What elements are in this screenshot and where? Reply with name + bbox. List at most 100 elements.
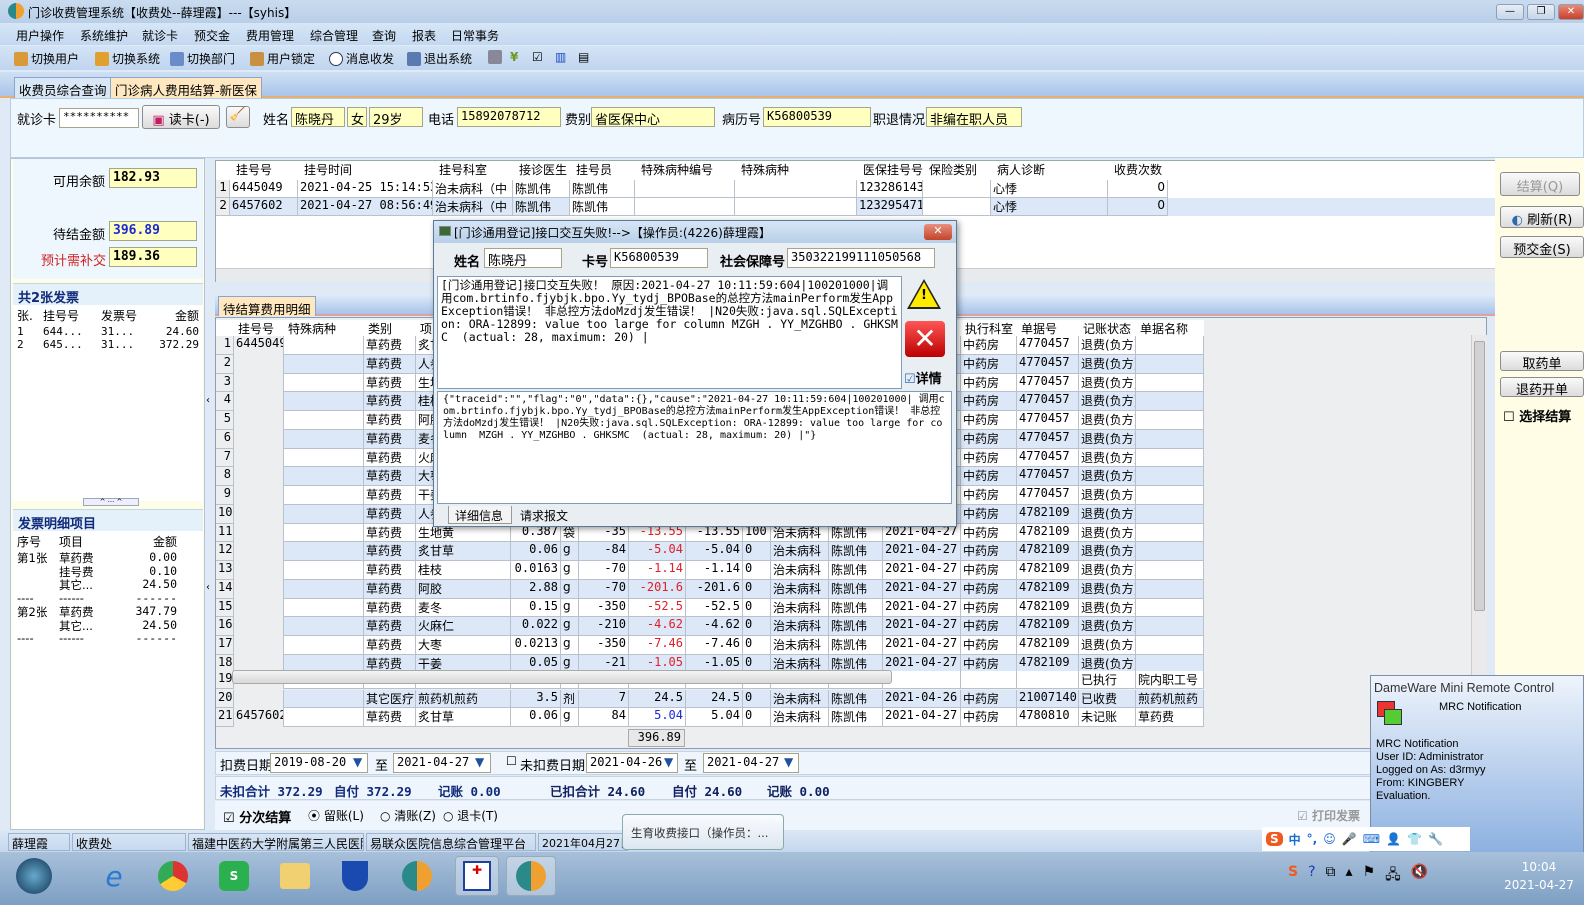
security-icon[interactable]: [333, 856, 377, 896]
card-input[interactable]: **********: [59, 108, 139, 128]
detail-horizontal-scrollbar[interactable]: [232, 670, 892, 684]
menu-general[interactable]: 综合管理: [310, 27, 358, 44]
emoji-icon[interactable]: ☺: [1323, 832, 1336, 846]
network-icon[interactable]: 🖧: [1385, 864, 1401, 888]
minimize-button[interactable]: —: [1496, 4, 1524, 20]
tab-cashier-query[interactable]: 收费员综合查询: [14, 77, 112, 98]
cell: g: [561, 579, 579, 599]
detail-row[interactable]: 20 其它医疗 煎药机煎药 3.5 剂 7 24.5 24.5 0 治未病科 陈凯伟 2021-04-…: [216, 689, 1204, 709]
print-invoice-checkbox[interactable]: ☑ 打印发票: [1297, 807, 1360, 824]
switch-system-button[interactable]: 切换系统: [95, 50, 160, 67]
collapse-left-icon[interactable]: ‹: [206, 582, 214, 594]
chrome-icon[interactable]: [151, 856, 195, 896]
medicine-slip-button[interactable]: 取药单: [1500, 351, 1584, 372]
dropdown-icon[interactable]: ▼: [784, 755, 793, 769]
cell: 退费(负方): [1079, 448, 1136, 468]
close-button[interactable]: ✕: [1558, 4, 1584, 20]
read-card-button[interactable]: ▣ 读卡(-): [142, 105, 220, 129]
invoice-row[interactable]: 1 644... 31... 24.60: [13, 325, 203, 338]
window-tray-icon[interactable]: ⧉: [1326, 864, 1336, 888]
tab-detail-info[interactable]: 详细信息: [448, 506, 512, 524]
detail-checkbox[interactable]: ☑详情: [904, 368, 942, 387]
medical-app-icon[interactable]: ✚: [455, 856, 499, 896]
messages-button[interactable]: 消息收发: [329, 50, 394, 67]
scroll-thumb[interactable]: [1474, 341, 1485, 611]
lock-user-button[interactable]: 用户锁定: [250, 50, 315, 67]
keep-account-radio[interactable]: ⦿ 留账(L): [308, 807, 364, 824]
dropdown-icon[interactable]: ▼: [664, 755, 673, 769]
columns-tool-button[interactable]: ▥: [555, 50, 566, 64]
cell: 24.5: [686, 689, 743, 709]
check-tool-button[interactable]: ☑: [532, 50, 543, 64]
wps-icon[interactable]: S: [212, 856, 256, 896]
invoice-row[interactable]: 2 645... 31... 372.29: [13, 338, 203, 351]
detail-row[interactable]: 16 草药费 火麻仁 0.022 g -210 -4.62 -4.62 0 治未病科 陈凯伟 2021…: [216, 617, 1204, 636]
menu-report[interactable]: 报表: [412, 27, 436, 44]
undeducted-checkbox[interactable]: ☐: [506, 754, 517, 768]
settle-button[interactable]: 结算(Q): [1500, 172, 1580, 196]
cell: [234, 689, 284, 709]
restore-button[interactable]: ❐: [1527, 4, 1555, 20]
his-app-icon[interactable]: [395, 856, 439, 896]
detail-row[interactable]: 14 草药费 阿胶 2.88 g -70 -201.6 -201.6 0 治未病科 陈凯伟 2021-…: [216, 579, 1204, 599]
detail-row[interactable]: 21 6457602 草药费 炙甘草 0.06 g 84 5.04 5.04 0 治未病科 陈凯伟 20…: [216, 708, 1204, 727]
registration-row[interactable]: 2 6457602 2021-04-27 08:56:49 治未病科（中 陈凯伟 陈凯伟 1…: [216, 198, 1496, 216]
menu-daily[interactable]: 日常事务: [451, 27, 499, 44]
registration-row[interactable]: 1 6445049 2021-04-25 15:14:53 治未病科（中 陈凯伟 陈凯伟 1…: [216, 180, 1496, 198]
sogou-icon[interactable]: S: [1266, 832, 1283, 846]
tab-request-message[interactable]: 请求报文: [514, 506, 578, 524]
clear-account-radio[interactable]: ○ 清账(Z): [380, 807, 436, 824]
start-button[interactable]: [12, 856, 56, 896]
request-detail-text[interactable]: {"traceid":"","flag":"0","data":{},"caus…: [437, 391, 952, 504]
detail-row[interactable]: 12 草药费 炙甘草 0.06 g -84 -5.04 -5.04 0 治未病科 陈凯伟 2021-0…: [216, 542, 1204, 561]
flag-icon[interactable]: ⚑: [1363, 864, 1376, 888]
cell: [1136, 373, 1204, 393]
user-icon[interactable]: 👤: [1386, 832, 1401, 846]
skin-icon[interactable]: 👕: [1407, 832, 1422, 846]
clock[interactable]: 10:04 2021-04-27: [1500, 858, 1578, 894]
splitter-handle[interactable]: ^ ··· ^: [83, 498, 139, 506]
return-medicine-button[interactable]: 退药开单: [1500, 377, 1584, 398]
volume-muted-icon[interactable]: 🔇: [1411, 864, 1428, 888]
edit-tool-button[interactable]: [488, 50, 502, 64]
switch-dept-button[interactable]: 切换部门: [170, 50, 235, 67]
dialog-close-button[interactable]: ✕: [924, 224, 952, 240]
explorer-icon[interactable]: [273, 856, 317, 896]
split-settle-checkbox[interactable]: ☑ 分次结算: [223, 807, 291, 826]
error-message[interactable]: [门诊通用登记]接口交互失败！ 原因:2021-04-27 10:11:59:6…: [437, 276, 902, 389]
exit-button[interactable]: 退出系统: [407, 50, 472, 67]
cell: 陈凯伟: [829, 689, 883, 709]
menu-user[interactable]: 用户操作: [16, 27, 64, 44]
punctuation-icon[interactable]: °,: [1307, 832, 1318, 846]
yen-tool-button[interactable]: ¥: [510, 50, 518, 64]
detail-row[interactable]: 13 草药费 桂枝 0.0163 g -70 -1.14 -1.14 0 治未病科 陈凯伟 2021-…: [216, 561, 1204, 580]
form-tool-button[interactable]: ▤: [578, 50, 589, 64]
menu-system[interactable]: 系统维护: [80, 27, 128, 44]
dropdown-icon[interactable]: ▼: [475, 755, 484, 769]
ime-language-toggle[interactable]: 中: [1289, 831, 1301, 848]
switch-user-button[interactable]: 切换用户: [14, 50, 79, 67]
clear-button[interactable]: 🧹: [226, 106, 250, 128]
prepay-button[interactable]: 预交金(S): [1500, 236, 1584, 258]
ie-icon[interactable]: e: [92, 856, 136, 896]
menu-prepay[interactable]: 预交金: [194, 27, 230, 44]
wrench-icon[interactable]: 🔧: [1428, 832, 1443, 846]
help-tray-icon[interactable]: ?: [1308, 864, 1315, 888]
select-settle-checkbox[interactable]: ☐ 选择结算: [1503, 406, 1571, 425]
sogou-tray-icon[interactable]: S: [1288, 864, 1298, 888]
his-app-active-icon[interactable]: [506, 856, 556, 896]
detail-row[interactable]: 15 草药费 麦冬 0.15 g -350 -52.5 -52.5 0 治未病科 陈凯伟 2021-0…: [216, 598, 1204, 618]
keyboard-icon[interactable]: ⌨: [1363, 832, 1380, 846]
show-hidden-icons[interactable]: ▴: [1346, 864, 1353, 888]
menu-fee[interactable]: 费用管理: [246, 27, 294, 44]
detail-row[interactable]: 17 草药费 大枣 0.0213 g -350 -7.46 -7.46 0 治未病科 陈凯伟 2021…: [216, 636, 1204, 655]
dropdown-icon[interactable]: ▼: [353, 755, 362, 769]
tab-settlement[interactable]: 门诊病人费用结算-新医保: [110, 77, 263, 98]
tab-pending-details[interactable]: 待结算费用明细: [218, 296, 316, 317]
microphone-icon[interactable]: 🎤: [1342, 832, 1357, 846]
refresh-button[interactable]: ◐ 刷新(R): [1500, 206, 1584, 228]
refund-card-radio[interactable]: ○ 退卡(T): [443, 807, 498, 824]
menu-card[interactable]: 就诊卡: [142, 27, 178, 44]
menu-query[interactable]: 查询: [372, 27, 396, 44]
collapse-left-icon[interactable]: ‹: [206, 395, 214, 407]
